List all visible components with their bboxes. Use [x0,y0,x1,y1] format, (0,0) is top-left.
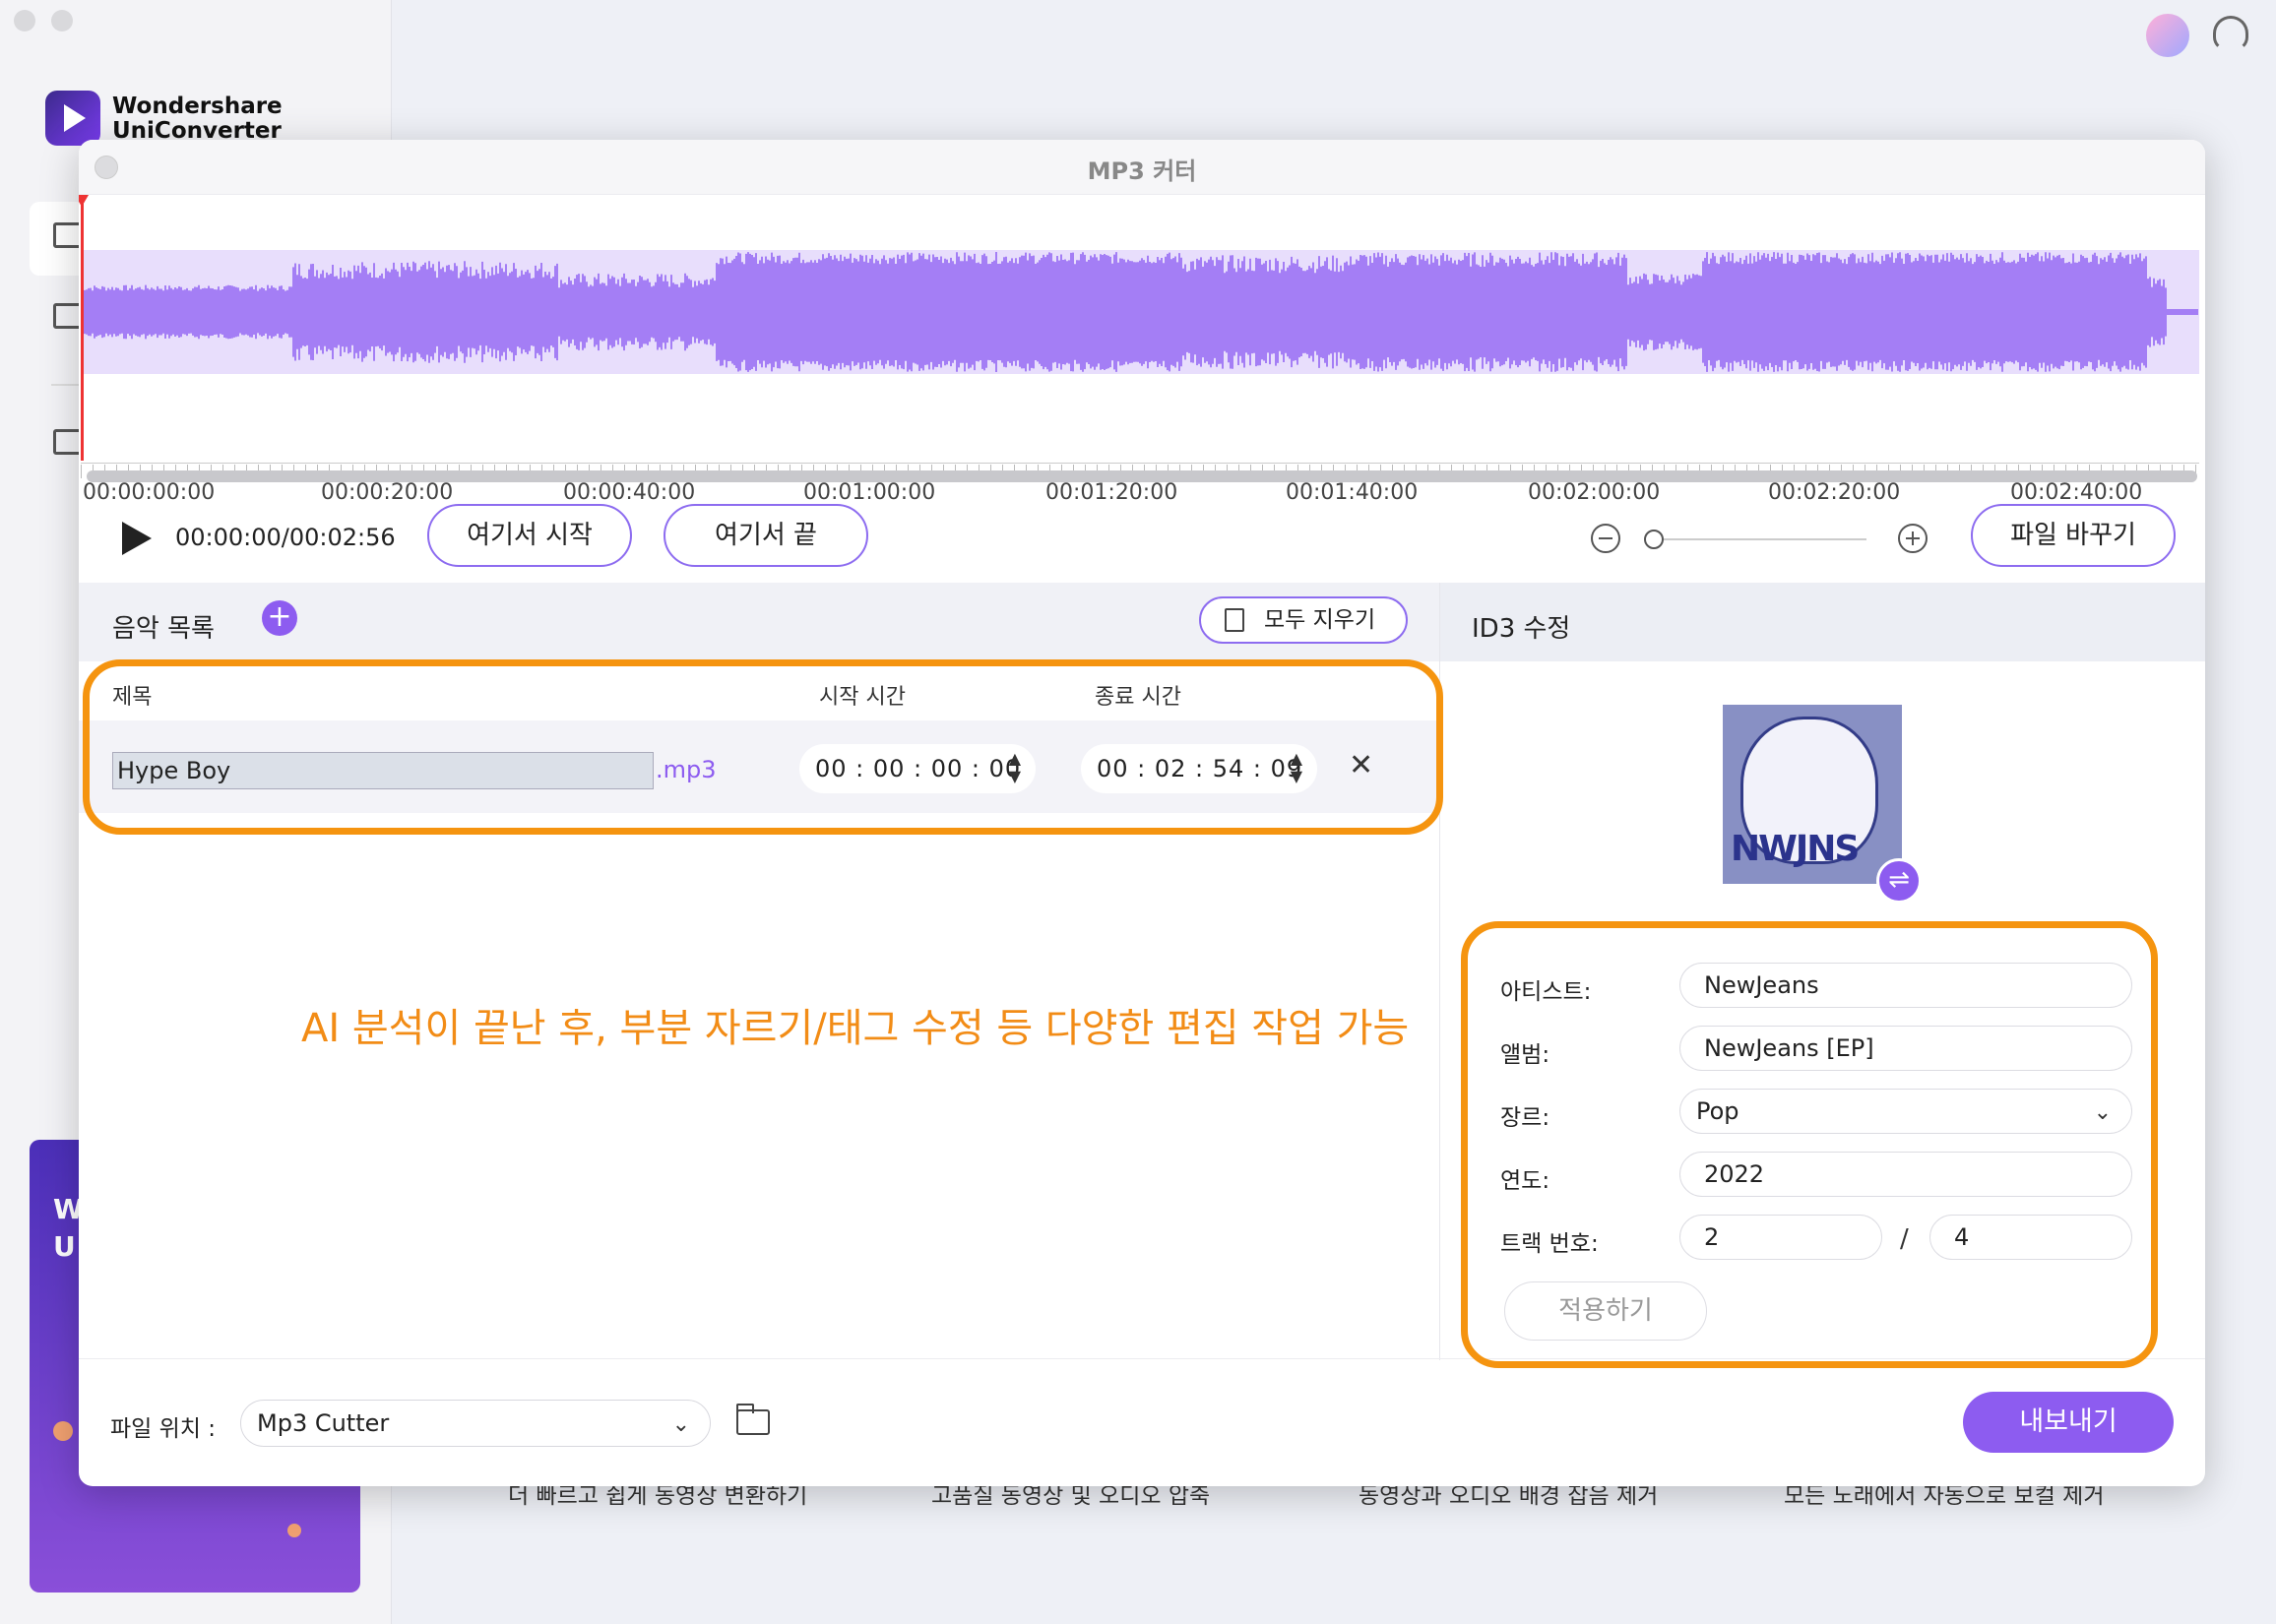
start-time-value: 00 : 00 : 00 : 00 [815,755,1022,782]
genre-select[interactable]: Pop ⌄ [1679,1089,2132,1134]
album-field[interactable]: NewJeans [EP] [1679,1026,2132,1071]
timeline-scrollbar[interactable] [87,470,2197,482]
mp3-cutter-dialog: MP3 커터 00:00:00:00 00:00:20:00 00:00:40:… [79,140,2205,1486]
promo-decoration [287,1524,301,1537]
dialog-title: MP3 커터 [1087,157,1197,185]
remove-row-button[interactable]: ✕ [1349,748,1373,782]
window-minimize-button[interactable] [51,10,73,31]
audio-waveform[interactable] [81,250,2199,374]
panel-divider [1439,583,1440,1360]
file-location-value: Mp3 Cutter [257,1409,390,1437]
support-headset-icon[interactable] [2213,16,2248,51]
end-time-stepper[interactable]: 00 : 02 : 54 : 09 ▲ ▼ [1081,744,1317,793]
add-music-button[interactable]: + [262,600,297,636]
music-list-header: 음악 목록 + 모두 지우기 [79,583,1439,661]
column-header-start: 시작 시간 [819,685,906,710]
zoom-out-icon[interactable] [1591,524,1620,553]
playback-controls: 00:00:00/00:02:56 여기서 시작 여기서 끝 파일 바꾸기 [79,492,2205,591]
clear-all-button[interactable]: 모두 지우기 [1199,596,1408,644]
zoom-slider-handle[interactable] [1644,530,1664,549]
replace-file-button[interactable]: 파일 바꾸기 [1971,504,2176,567]
export-button[interactable]: 내보내기 [1963,1392,2174,1453]
playback-time: 00:00:00/00:02:56 [175,524,396,551]
file-extension: .mp3 [656,756,717,783]
start-here-button[interactable]: 여기서 시작 [427,504,632,567]
playhead[interactable] [79,195,89,461]
promo-decoration [53,1421,73,1441]
year-label: 연도: [1500,1168,1550,1194]
play-icon[interactable] [122,522,152,555]
swap-cover-button[interactable]: ⇌ [1876,858,1922,904]
track-number-label: 트랙 번호: [1500,1231,1599,1257]
ruler-baseline [81,463,2199,464]
clear-all-label: 모두 지우기 [1264,607,1376,633]
track-total-field[interactable]: 4 [1929,1215,2132,1260]
artist-field[interactable]: NewJeans [1679,963,2132,1008]
column-header-end: 종료 시간 [1095,685,1181,710]
chevron-down-icon: ⌄ [2093,1100,2112,1125]
stepper-arrows-icon[interactable]: ▲ ▼ [1291,750,1303,785]
stepper-arrows-icon[interactable]: ▲ ▼ [1009,750,1022,785]
album-cover-image: NWJNS [1723,705,1902,884]
music-list-title: 음악 목록 [112,614,215,644]
end-here-button[interactable]: 여기서 끝 [664,504,868,567]
trash-icon [1225,608,1244,632]
column-header-title: 제목 [112,685,153,710]
dialog-titlebar: MP3 커터 [79,140,2205,195]
album-label: 앨범: [1500,1042,1550,1068]
footer-divider [79,1358,2205,1359]
window-close-button[interactable] [14,10,35,31]
zoom-slider-track[interactable] [1650,538,1866,540]
start-time-stepper[interactable]: 00 : 00 : 00 : 00 ▲ ▼ [799,744,1036,793]
id3-title: ID3 수정 [1472,614,1571,644]
app-name: Wondershare UniConverter [112,94,283,144]
genre-value: Pop [1696,1097,1739,1125]
genre-label: 장르: [1500,1105,1550,1131]
track-separator: / [1900,1224,1909,1254]
annotation-caption: AI 분석이 끝난 후, 부분 자르기/태그 수정 등 다양한 편집 작업 가능 [301,1006,1410,1051]
user-avatar[interactable] [2146,14,2189,57]
cover-lettering: NWJNS [1731,829,1860,869]
apply-button[interactable]: 적용하기 [1504,1281,1707,1341]
waveform-path [81,252,2198,372]
file-location-select[interactable]: Mp3 Cutter ⌄ [240,1400,711,1447]
zoom-in-icon[interactable] [1898,524,1928,553]
end-time-value: 00 : 02 : 54 : 09 [1097,755,1303,782]
chevron-down-icon: ⌄ [671,1412,690,1437]
artist-label: 아티스트: [1500,979,1592,1005]
app-logo-icon [45,91,100,146]
track-title-field[interactable]: Hype Boy [112,752,654,789]
file-location-label: 파일 위치 : [110,1416,217,1442]
year-field[interactable]: 2022 [1679,1152,2132,1197]
waveform-timeline[interactable]: 00:00:00:00 00:00:20:00 00:00:40:00 00:0… [79,195,2205,505]
folder-icon[interactable] [736,1404,770,1435]
app-name-line1: Wondershare [112,94,283,119]
track-number-field[interactable]: 2 [1679,1215,1882,1260]
id3-header: ID3 수정 [1440,583,2205,661]
